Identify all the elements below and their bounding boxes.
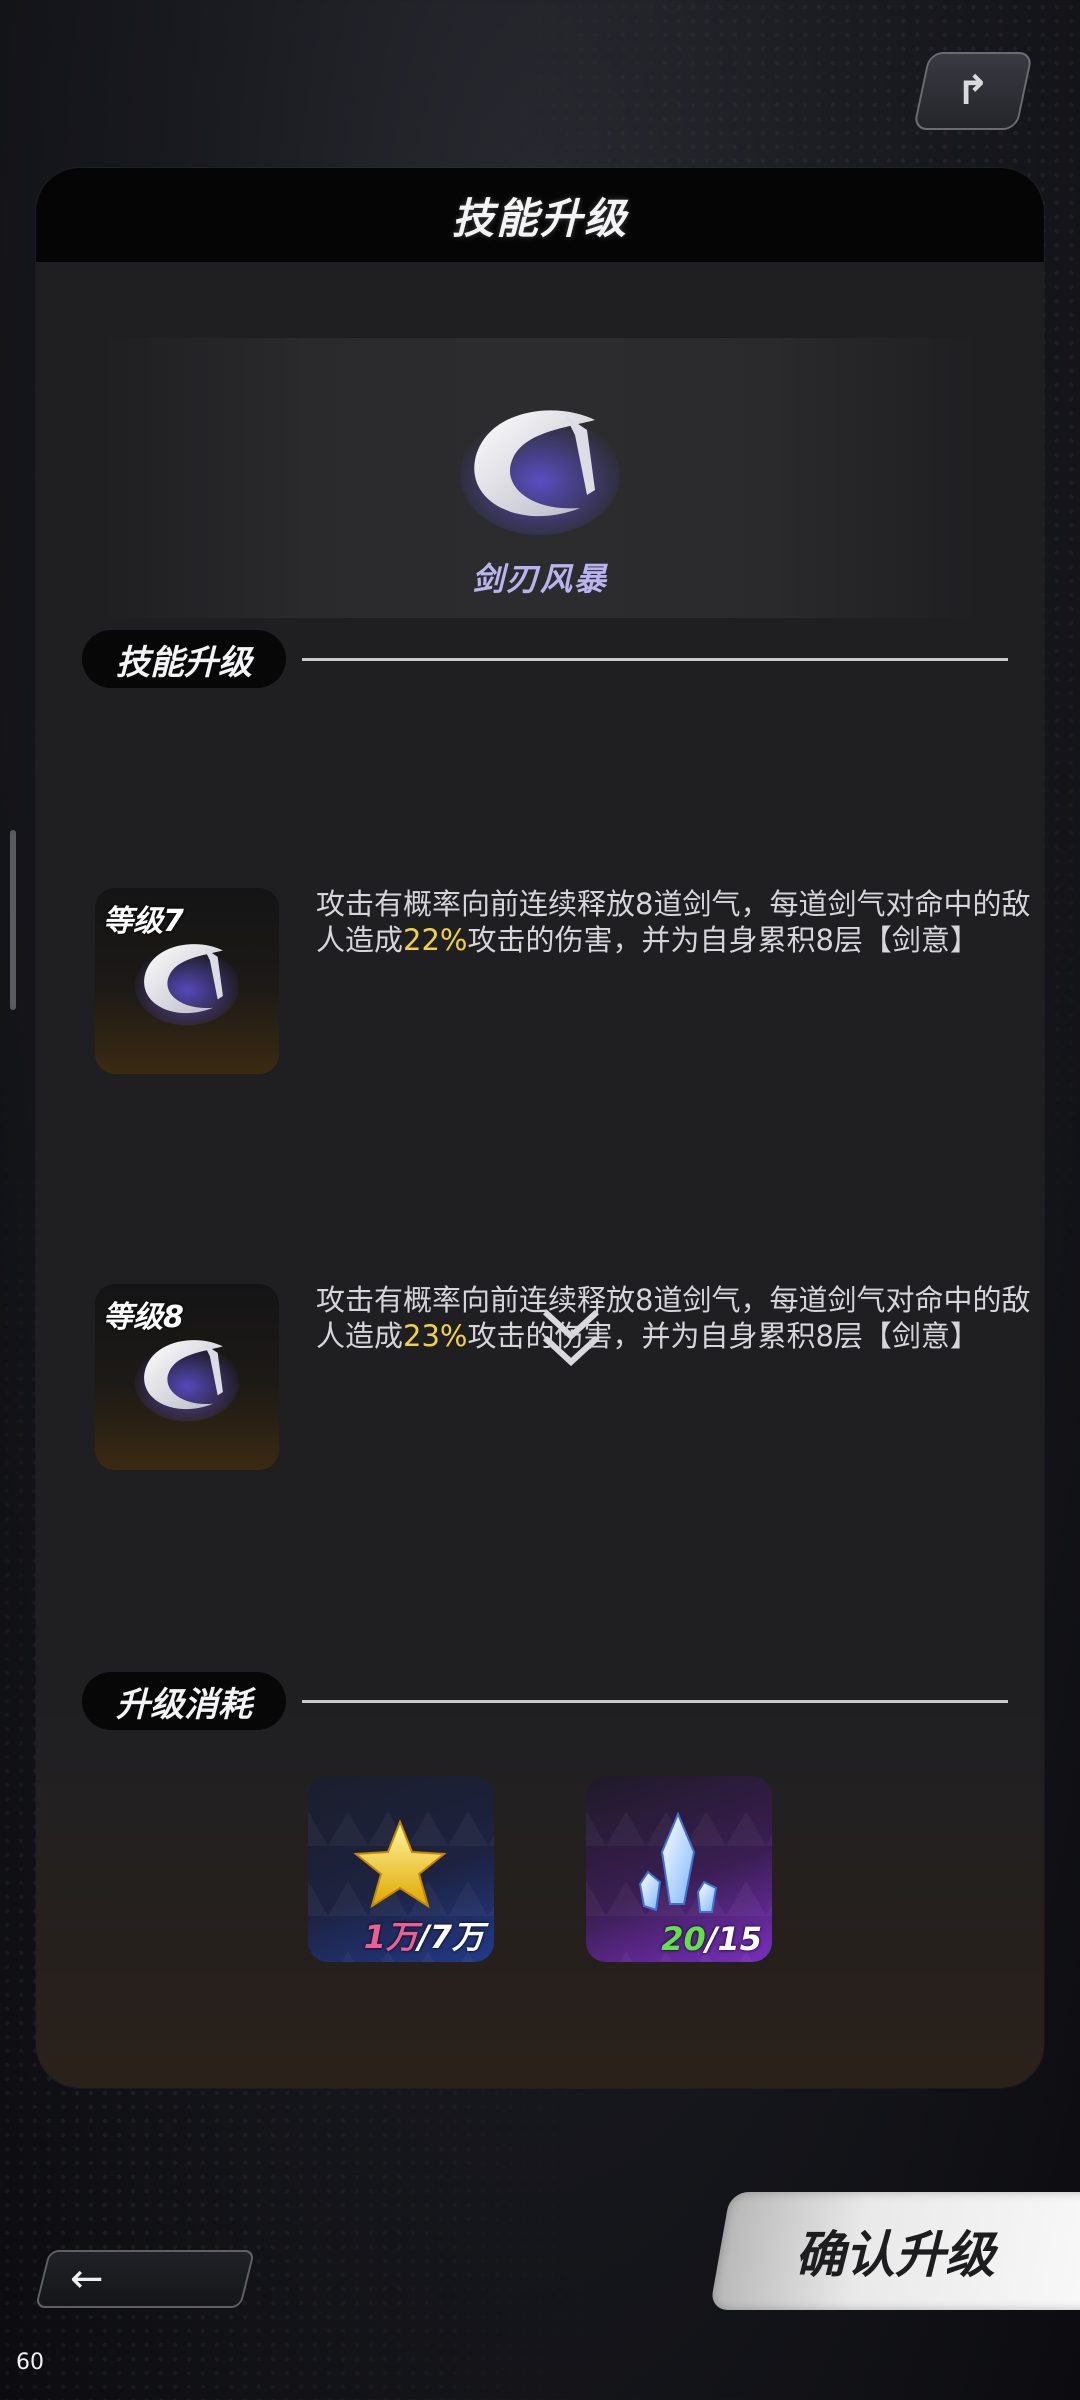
section-cost-header: 升级消耗: [82, 1672, 1008, 1732]
crescent-blade-icon: [460, 410, 620, 535]
section-cost-title: 升级消耗: [82, 1672, 286, 1730]
section-divider: [302, 1700, 1008, 1703]
cost-item-gold[interactable]: 1万/7万: [308, 1776, 494, 1962]
confirm-upgrade-label: 确认升级: [795, 2226, 995, 2284]
crescent-blade-icon: [134, 1340, 240, 1422]
skill-name: 剑刃风暴: [471, 560, 608, 598]
fps-counter: 60: [16, 2350, 44, 2375]
section-divider: [302, 658, 1008, 661]
skill-tree-button[interactable]: ↱: [912, 52, 1034, 130]
gold-star-icon: [353, 1819, 447, 1909]
section-upgrade-title: 技能升级: [82, 630, 286, 688]
section-upgrade-header: 技能升级: [82, 630, 1008, 690]
damage-percent: 23%: [403, 1319, 468, 1353]
panel-header: 技能升级: [36, 168, 1044, 262]
side-scroll-handle[interactable]: [10, 830, 16, 1010]
damage-percent: 22%: [403, 923, 468, 957]
cost-item-crystal[interactable]: 20/15: [586, 1776, 772, 1962]
cost-count: 20/15: [661, 1920, 762, 1958]
level-card-current: 等级7: [95, 888, 279, 1074]
level-description-next: 攻击有概率向前连续释放8道剑气，每道剑气对命中的敌人造成23%攻击的伤害，并为自…: [316, 1283, 1031, 1353]
cost-count: 1万/7万: [363, 1918, 484, 1956]
crescent-blade-icon: [134, 944, 240, 1026]
confirm-upgrade-button[interactable]: 确认升级: [709, 2192, 1080, 2310]
level-card-next: 等级8: [95, 1284, 279, 1470]
level-description-current: 攻击有概率向前连续释放8道剑气，每道剑气对命中的敌人造成22%攻击的伤害，并为自…: [316, 887, 1031, 957]
skill-upgrade-panel: 技能升级 剑刃风暴 技能升级 等级7 攻击有概率向前连续释放8道剑气，每道剑气对…: [36, 168, 1044, 2088]
arrow-left-icon: ←: [70, 2256, 104, 2302]
crystal-shard-icon: [638, 1812, 718, 1913]
panel-title: 技能升级: [451, 193, 628, 243]
skill-tree-icon: ↱: [956, 68, 990, 114]
back-button[interactable]: ←: [34, 2250, 256, 2308]
